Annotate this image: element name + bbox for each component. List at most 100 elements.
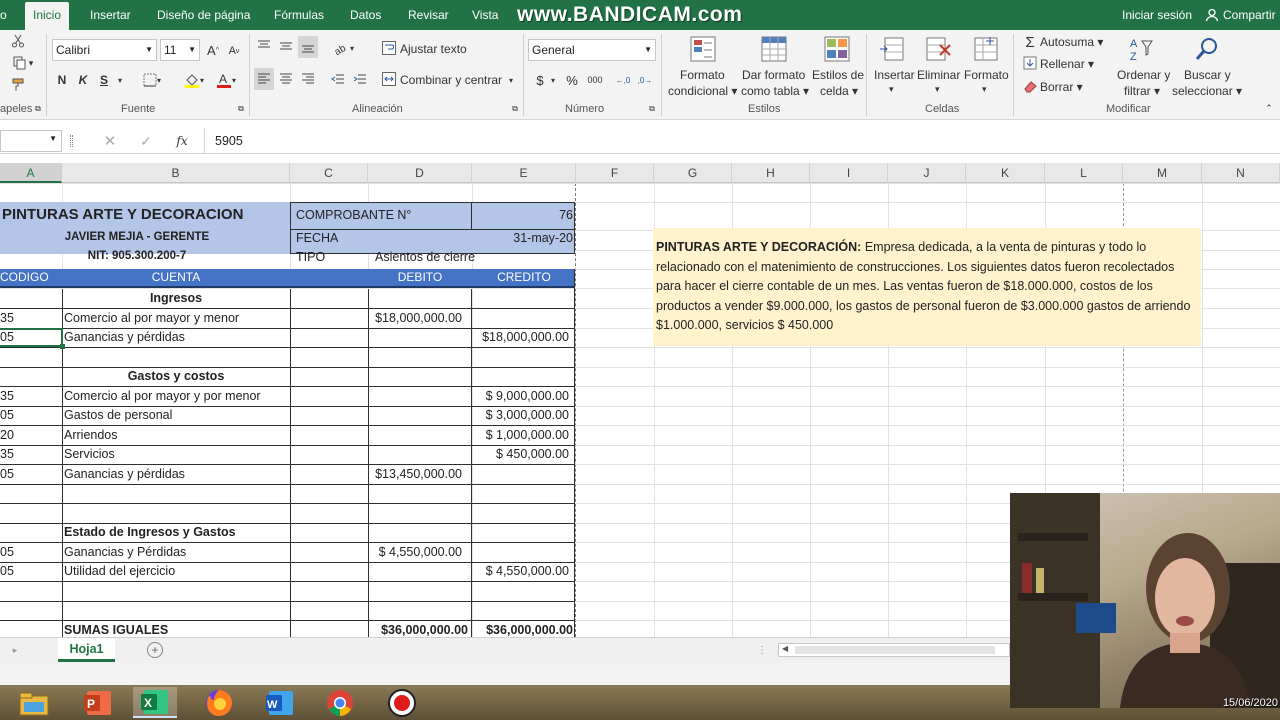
font-dialog-launcher-icon[interactable]: ⧉ (236, 104, 246, 114)
insert-function-icon[interactable]: fx (172, 132, 192, 150)
name-box[interactable]: ▼ (0, 130, 62, 152)
italic-button[interactable]: K (75, 70, 91, 90)
column-header-g[interactable]: G (654, 163, 732, 183)
percent-button[interactable]: % (563, 70, 581, 90)
sort-filter-label-2[interactable]: filtrar ▾ (1124, 84, 1160, 98)
insert-dropdown-icon[interactable]: ▾ (889, 84, 894, 95)
tab-vista[interactable]: Vista (472, 0, 498, 30)
number-dialog-launcher-icon[interactable]: ⧉ (647, 104, 657, 114)
borders-icon[interactable]: ▾ (138, 70, 166, 90)
merge-dropdown-icon[interactable]: ▾ (506, 73, 516, 87)
column-header-f[interactable]: F (576, 163, 654, 183)
format-table-label-1[interactable]: Dar formato (742, 68, 805, 82)
wrap-text-button[interactable]: Ajustar texto (400, 42, 467, 56)
sheet-tab-hoja1[interactable]: Hoja1 (58, 638, 115, 662)
merge-center-button[interactable]: Combinar y centrar (400, 73, 502, 87)
font-color-icon[interactable]: A ▾ (212, 70, 240, 90)
column-header-h[interactable]: H (732, 163, 810, 183)
column-header-i[interactable]: I (810, 163, 888, 183)
tab-insertar[interactable]: Insertar (90, 0, 131, 30)
tab-revisar[interactable]: Revisar (408, 0, 449, 30)
cell-styles-label-1[interactable]: Estilos de (812, 68, 864, 82)
conditional-format-label-2[interactable]: condicional ▾ (668, 84, 737, 98)
sort-filter-label-1[interactable]: Ordenar y (1117, 68, 1170, 82)
powerpoint-icon[interactable]: P (76, 687, 120, 718)
tab-archivo[interactable]: o (0, 0, 7, 30)
enter-icon[interactable]: ✓ (136, 132, 156, 150)
signin-link[interactable]: Iniciar sesión (1122, 0, 1192, 30)
scroll-tabs-icon[interactable]: ▸ (8, 643, 22, 657)
horizontal-scrollbar[interactable]: ◀ (778, 643, 1010, 657)
align-center-icon[interactable] (276, 68, 296, 90)
align-middle-icon[interactable] (276, 36, 296, 56)
column-header-a[interactable]: A (0, 163, 62, 183)
format-dropdown-icon[interactable]: ▾ (982, 84, 987, 95)
fill-handle[interactable] (60, 344, 65, 349)
column-header-k[interactable]: K (966, 163, 1045, 183)
format-cells-button[interactable]: Formato (964, 68, 1009, 82)
tab-diseno-pagina[interactable]: Diseño de página (157, 0, 250, 30)
column-header-l[interactable]: L (1045, 163, 1123, 183)
increase-decimal-icon[interactable]: ←,0 (614, 70, 632, 90)
format-painter-icon[interactable] (8, 76, 28, 94)
copy-icon[interactable]: ▾ (8, 54, 38, 72)
chrome-icon[interactable] (318, 687, 362, 718)
number-format-select[interactable]: General ▼ (528, 39, 656, 61)
grow-font-icon[interactable]: A ^ (205, 40, 221, 60)
word-icon[interactable]: W (258, 687, 302, 718)
increase-indent-icon[interactable] (350, 68, 370, 90)
merge-center-icon[interactable] (381, 71, 397, 87)
column-header-j[interactable]: J (888, 163, 966, 183)
tab-inicio[interactable]: Inicio (25, 2, 70, 30)
currency-dropdown-icon[interactable]: ▾ (549, 70, 557, 90)
find-select-label-1[interactable]: Buscar y (1184, 68, 1231, 82)
column-header-b[interactable]: B (62, 163, 290, 183)
underline-button[interactable]: S (96, 70, 112, 90)
selected-cell[interactable] (0, 328, 63, 347)
cut-icon[interactable] (8, 32, 28, 50)
underline-dropdown-icon[interactable]: ▾ (115, 70, 125, 90)
font-name-select[interactable]: Calibri ▼ (52, 39, 157, 61)
collapse-ribbon-icon[interactable]: ⌃ (1262, 102, 1276, 114)
wrap-text-icon[interactable] (381, 40, 397, 56)
cancel-icon[interactable]: ✕ (100, 132, 120, 150)
add-sheet-icon[interactable]: + (147, 642, 163, 658)
bold-button[interactable]: N (54, 70, 70, 90)
column-header-e[interactable]: E (472, 163, 576, 183)
insert-cells-button[interactable]: Insertar (874, 68, 915, 82)
clear-button[interactable]: Borrar ▾ (1040, 80, 1083, 94)
conditional-format-label-1[interactable]: Formato (680, 68, 725, 82)
scroll-thumb[interactable] (795, 646, 995, 654)
firefox-icon[interactable] (197, 687, 241, 718)
more-options-icon[interactable]: ⋮ (757, 643, 767, 657)
decrease-decimal-icon[interactable]: ,0→ (636, 70, 654, 90)
scroll-left-icon[interactable]: ◀ (782, 644, 788, 653)
font-size-select[interactable]: 11 ▼ (160, 39, 200, 61)
align-top-icon[interactable] (254, 36, 274, 56)
splitter-handle[interactable] (70, 135, 73, 147)
cell-styles-label-2[interactable]: celda ▾ (820, 84, 858, 98)
shrink-font-icon[interactable]: Av (226, 42, 242, 60)
align-left-icon[interactable] (254, 68, 274, 90)
find-select-label-2[interactable]: seleccionar ▾ (1172, 84, 1242, 98)
file-explorer-icon[interactable] (12, 687, 56, 718)
column-header-c[interactable]: C (290, 163, 368, 183)
align-right-icon[interactable] (298, 68, 318, 90)
column-header-n[interactable]: N (1202, 163, 1280, 183)
excel-icon[interactable]: X (133, 687, 177, 718)
column-header-m[interactable]: M (1123, 163, 1202, 183)
formula-input[interactable]: 5905 (204, 128, 1280, 154)
currency-button[interactable]: $ (533, 70, 547, 90)
decrease-indent-icon[interactable] (328, 68, 348, 90)
autosum-button[interactable]: Autosuma ▾ (1040, 35, 1103, 49)
dialog-launcher-icon[interactable]: ⧉ (33, 104, 43, 114)
fill-button[interactable]: Rellenar ▾ (1040, 57, 1094, 71)
share-button[interactable]: Compartir (1205, 0, 1276, 30)
align-bottom-icon[interactable] (298, 36, 318, 58)
fill-color-icon[interactable]: ▾ (180, 70, 208, 90)
orientation-icon[interactable]: ab ▾ (330, 38, 358, 58)
thousands-button[interactable]: 000 (585, 70, 605, 90)
delete-cells-button[interactable]: Eliminar (917, 68, 960, 82)
tab-datos[interactable]: Datos (350, 0, 381, 30)
alignment-dialog-launcher-icon[interactable]: ⧉ (510, 104, 520, 114)
